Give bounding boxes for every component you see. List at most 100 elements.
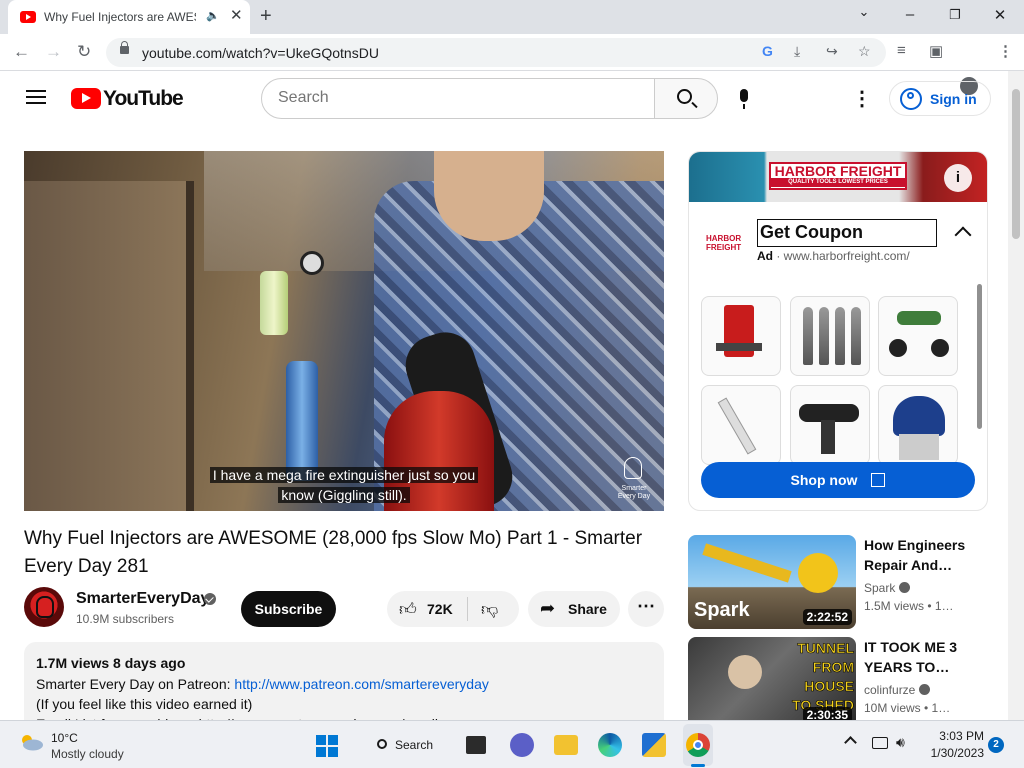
- bookmark-star-icon[interactable]: ☆: [858, 43, 871, 60]
- share-button[interactable]: ➦ Share: [528, 591, 620, 627]
- speaker-icon[interactable]: 🔈: [206, 9, 220, 22]
- youtube-wordmark[interactable]: YouTube: [103, 87, 184, 111]
- tab-search-chevron-icon[interactable]: ⌄: [849, 4, 879, 20]
- recommendation-meta: 1.5M views • 1…: [864, 599, 954, 613]
- url-text[interactable]: youtube.com/watch?v=UkeGQotnsDU: [142, 45, 379, 61]
- ad-tag: Ad: [757, 249, 773, 263]
- share-page-icon[interactable]: ↪: [826, 43, 838, 60]
- video-frame-door: [24, 181, 194, 511]
- back-arrow-icon[interactable]: ←: [13, 42, 30, 62]
- share-label: Share: [568, 601, 607, 617]
- close-window-button[interactable]: ✕: [985, 6, 1015, 24]
- caption-line-1: I have a mega fire extinguisher just so …: [209, 467, 479, 483]
- external-link-icon: [871, 473, 886, 487]
- weather-description[interactable]: Mostly cloudy: [51, 747, 124, 761]
- page-scrollbar[interactable]: [1008, 71, 1024, 721]
- task-view-icon[interactable]: [466, 736, 486, 754]
- settings-menu-icon[interactable]: ⋮: [852, 86, 872, 111]
- ad-headline[interactable]: Get Coupon: [757, 219, 937, 247]
- like-count[interactable]: 72K: [427, 601, 453, 617]
- file-explorer-icon[interactable]: [554, 735, 578, 755]
- thumbs-down-icon[interactable]: 👎︎: [481, 599, 498, 620]
- thumb-tunnel-text: TUNNEL FROM HOUSE TO SHED: [792, 640, 855, 714]
- channel-watermark-text[interactable]: Smarter Every Day: [614, 485, 654, 501]
- ad-product-garden-seat[interactable]: [878, 296, 958, 376]
- thumbs-up-icon[interactable]: 👍︎: [399, 599, 417, 620]
- video-duration: 2:30:35: [802, 707, 852, 721]
- verified-badge-icon: [919, 684, 931, 695]
- ad-product-milling-machine[interactable]: [701, 296, 781, 376]
- recommendation-thumbnail[interactable]: TUNNEL FROM HOUSE TO SHED 2:30:35: [688, 637, 856, 721]
- like-dislike-bar: 👍︎ 72K 👎︎: [387, 591, 519, 627]
- subscribe-button[interactable]: Subscribe: [241, 591, 336, 627]
- shop-now-button[interactable]: Shop now: [701, 462, 975, 498]
- forward-arrow-icon[interactable]: →: [45, 42, 62, 62]
- channel-avatar[interactable]: [24, 587, 64, 627]
- new-tab-button[interactable]: +: [260, 5, 272, 28]
- clock-date[interactable]: 1/30/2023: [922, 746, 984, 760]
- side-panel-icon[interactable]: ▣: [929, 42, 943, 60]
- media-controls-icon[interactable]: ≡: [897, 42, 906, 59]
- ad-info-icon[interactable]: i: [944, 164, 972, 192]
- patreon-text: Smarter Every Day on Patreon:: [36, 676, 235, 692]
- cloudy-weather-icon[interactable]: [18, 733, 44, 751]
- menu-hamburger-icon[interactable]: [26, 90, 46, 104]
- reload-icon[interactable]: ↻: [77, 42, 91, 62]
- clock-time[interactable]: 3:03 PM: [936, 729, 984, 743]
- weather-temperature[interactable]: 10°C: [51, 731, 78, 745]
- lock-icon[interactable]: [120, 41, 129, 54]
- recommendation-title[interactable]: IT TOOK ME 3 YEARS TO…: [864, 637, 984, 677]
- more-actions-button[interactable]: ⋯: [628, 591, 664, 627]
- sign-in-button[interactable]: Sign in: [889, 81, 991, 116]
- view-count-date: 1.7M views 8 days ago: [36, 655, 186, 671]
- address-bar[interactable]: youtube.com/watch?v=UkeGQotnsDU G ⤓ ↪ ☆: [106, 38, 886, 67]
- microsoft-store-icon[interactable]: [642, 733, 666, 757]
- thumb-excavator-arm: [702, 543, 792, 583]
- ad-carousel-scrollbar[interactable]: [977, 284, 982, 429]
- description-box[interactable]: 1.7M views 8 days ago Smarter Every Day …: [24, 642, 664, 732]
- restore-button[interactable]: ❐: [940, 7, 970, 23]
- chevron-up-icon[interactable]: [954, 226, 972, 244]
- recommendation-meta: 10M views • 1…: [864, 701, 951, 715]
- show-hidden-icons-chevron-icon[interactable]: [844, 736, 857, 749]
- close-tab-icon[interactable]: ✕: [230, 6, 243, 24]
- ad-product-lift-arm[interactable]: [701, 385, 781, 465]
- ad-banner-tagline: QUALITY TOOLS LOWEST PRICES: [771, 178, 905, 187]
- browser-tab[interactable]: Why Fuel Injectors are AWESOME (28,000 f…: [8, 0, 250, 34]
- ad-banner[interactable]: HARBOR FREIGHT QUALITY TOOLS LOWEST PRICE…: [689, 152, 987, 202]
- ad-brand-logo[interactable]: HARBOR FREIGHT: [706, 234, 746, 252]
- ad-product-wet-vac[interactable]: [878, 385, 958, 465]
- video-frame-gauge: [300, 251, 324, 275]
- description-line-2: (If you feel like this video earned it): [36, 696, 253, 712]
- tab-strip: Why Fuel Injectors are AWESOME (28,000 f…: [0, 0, 1024, 34]
- ad-product-impact-driver[interactable]: [790, 385, 870, 465]
- recommendation-title[interactable]: How Engineers Repair And…: [864, 535, 984, 575]
- windows-start-icon[interactable]: [316, 735, 338, 757]
- ad-banner-brand: HARBOR FREIGHT QUALITY TOOLS LOWEST PRICE…: [769, 162, 907, 190]
- recommendation-channel[interactable]: colinfurze: [864, 683, 931, 697]
- volume-icon[interactable]: 🔊︎: [896, 734, 905, 751]
- edge-browser-icon[interactable]: [598, 733, 622, 757]
- search-input[interactable]: [278, 89, 638, 107]
- taskbar-search-button[interactable]: Search: [364, 731, 444, 759]
- chat-icon[interactable]: [510, 733, 534, 757]
- video-player[interactable]: I have a mega fire extinguisher just so …: [24, 151, 664, 511]
- patreon-link[interactable]: http://www.patreon.com/smartereveryday: [234, 676, 488, 692]
- browser-menu-icon[interactable]: ⋮: [998, 42, 1013, 60]
- install-app-icon[interactable]: ⤓: [794, 43, 800, 60]
- notification-badge[interactable]: 2: [988, 737, 1004, 753]
- search-button[interactable]: [654, 78, 718, 119]
- minimize-button[interactable]: –: [895, 6, 925, 23]
- description-line-1: Smarter Every Day on Patreon: http://www…: [36, 676, 489, 692]
- recommendation-thumbnail[interactable]: Spark 2:22:52: [688, 535, 856, 629]
- chrome-icon[interactable]: [686, 733, 710, 757]
- channel-watermark-icon[interactable]: [624, 457, 642, 479]
- recommendation-channel[interactable]: Spark: [864, 581, 911, 595]
- google-lens-icon[interactable]: G: [762, 43, 773, 59]
- ad-product-drill-bits[interactable]: [790, 296, 870, 376]
- network-icon[interactable]: [872, 737, 888, 749]
- page-scrollbar-thumb[interactable]: [1012, 89, 1020, 239]
- youtube-logo-icon[interactable]: [71, 88, 101, 109]
- microphone-icon[interactable]: [740, 89, 748, 109]
- channel-name[interactable]: SmarterEveryDay: [76, 590, 209, 608]
